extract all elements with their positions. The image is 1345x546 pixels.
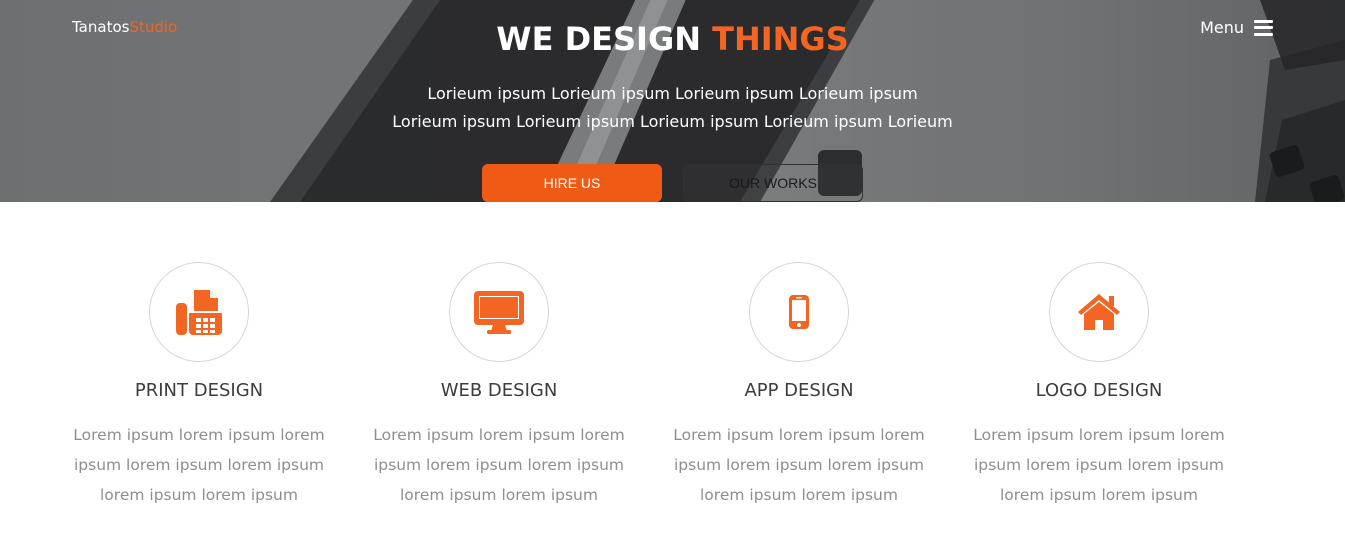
service-title: APP DESIGN	[744, 380, 854, 401]
hero-section: TanatosStudio Menu WE DESIGN THINGS Lori…	[0, 0, 1345, 202]
desktop-icon	[474, 291, 524, 334]
service-text-line: ipsum lorem ipsum lorem ipsum	[973, 456, 1225, 474]
our-works-button[interactable]: OUR WORKS	[683, 164, 863, 202]
service-text-line: ipsum lorem ipsum lorem ipsum	[673, 456, 925, 474]
service-title: PRINT DESIGN	[134, 380, 264, 401]
service-title: LOGO DESIGN	[1035, 380, 1163, 401]
service-icon-circle	[149, 262, 249, 362]
service-text-line: lorem ipsum lorem ipsum	[400, 486, 598, 504]
service-app-design: APP DESIGN Lorem ipsum lorem ipsum lorem…	[669, 262, 929, 510]
hero-title-main: WE DESIGN	[496, 20, 713, 58]
hero-text-line: Lorieum ipsum Lorieum ipsum Lorieum ipsu…	[427, 84, 918, 103]
service-text-line: Lorem ipsum lorem ipsum lorem	[73, 426, 325, 444]
service-text-line: Lorem ipsum lorem ipsum lorem	[673, 426, 925, 444]
service-text-line: Lorem ipsum lorem ipsum lorem	[373, 426, 625, 444]
service-text-line: lorem ipsum lorem ipsum	[700, 486, 898, 504]
service-web-design: WEB DESIGN Lorem ipsum lorem ipsum lorem…	[369, 262, 629, 510]
hero-description: Lorieum ipsum Lorieum ipsum Lorieum ipsu…	[0, 80, 1345, 136]
service-description: Lorem ipsum lorem ipsum lorem ipsum lore…	[369, 420, 629, 510]
service-text-line: lorem ipsum lorem ipsum	[100, 486, 298, 504]
service-text-line: ipsum lorem ipsum lorem ipsum	[373, 456, 625, 474]
home-icon	[1078, 294, 1120, 330]
service-icon-circle	[449, 262, 549, 362]
service-logo-design: LOGO DESIGN Lorem ipsum lorem ipsum lore…	[969, 262, 1229, 510]
service-text-line: Lorem ipsum lorem ipsum lorem	[973, 426, 1225, 444]
service-icon-circle	[749, 262, 849, 362]
hire-us-button[interactable]: HIRE US	[482, 164, 662, 202]
service-description: Lorem ipsum lorem ipsum lorem ipsum lore…	[969, 420, 1229, 510]
service-text-line: lorem ipsum lorem ipsum	[1000, 486, 1198, 504]
service-print-design: PRINT DESIGN Lorem ipsum lorem ipsum lor…	[69, 262, 329, 510]
fax-icon	[176, 290, 222, 335]
hero-title: WE DESIGN THINGS	[0, 20, 1345, 58]
service-text-line: ipsum lorem ipsum lorem ipsum	[73, 456, 325, 474]
service-description: Lorem ipsum lorem ipsum lorem ipsum lore…	[69, 420, 329, 510]
service-description: Lorem ipsum lorem ipsum lorem ipsum lore…	[669, 420, 929, 510]
hero-title-accent: THINGS	[712, 20, 849, 58]
mobile-phone-icon	[789, 295, 809, 329]
service-icon-circle	[1049, 262, 1149, 362]
service-title: WEB DESIGN	[440, 380, 558, 401]
hero-text-line: Lorieum ipsum Lorieum ipsum Lorieum ipsu…	[392, 112, 953, 131]
services-section: PRINT DESIGN Lorem ipsum lorem ipsum lor…	[0, 202, 1345, 546]
